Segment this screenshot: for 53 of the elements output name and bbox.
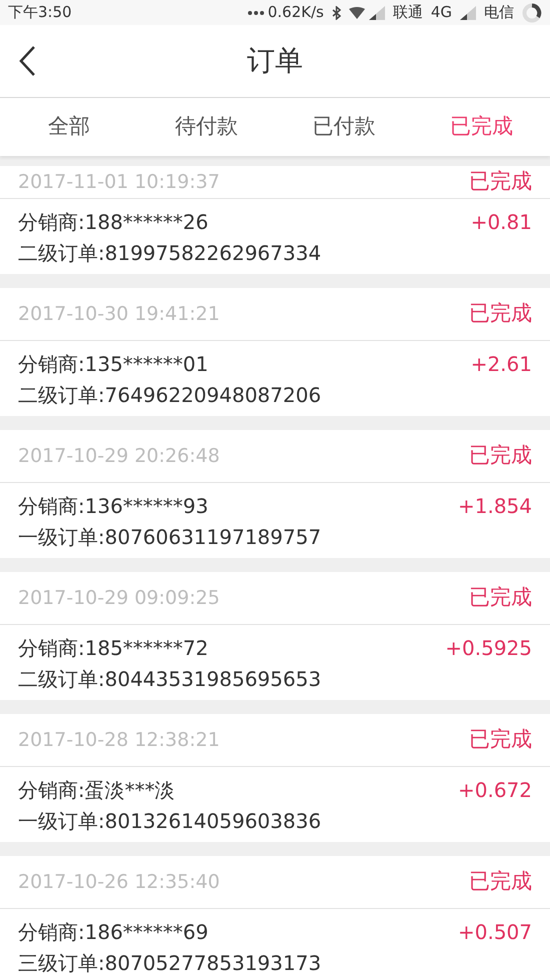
wifi-icon [348,6,365,18]
distributor-label: 分销商:186******69 [18,919,210,946]
carrier-name: 电信 [484,2,514,24]
order-number: 二级订单:80443531985695653 [18,666,322,693]
commission-amount: +0.5925 [445,635,532,662]
order-time: 2017-10-29 20:26:48 [18,444,220,469]
tab[interactable]: 已完成 [450,103,513,151]
network-speed: 0.62K/s [268,2,324,24]
battery-icon [522,2,542,22]
distributor-label: 分销商:185******72 [18,635,210,662]
order-number: 二级订单:76496220948087206 [18,382,322,409]
commission-amount: +0.672 [458,777,532,804]
order-card[interactable]: 2017-10-30 19:41:21 已完成 分销商:135******01 二级订单:76496220948087206 +2.61 [0,288,550,416]
order-card[interactable]: 2017-11-01 10:19:37 已完成 分销商:188******26 二级订单:81997582262967334 +0.81 [0,166,550,274]
order-number: 一级订单:80760631197189757 [18,524,322,551]
order-time: 2017-10-26 12:35:40 [18,870,220,895]
order-card[interactable]: 2017-10-26 12:35:40 已完成 分销商:186******69 三级订单:80705277853193173 +0.507 [0,856,550,977]
page-title: 订单 [247,43,303,79]
order-time: 2017-10-29 09:09:25 [18,586,220,611]
commission-amount: +1.854 [458,493,532,520]
back-icon [18,45,36,77]
network-type: 4G [430,2,452,24]
commission-amount: +2.61 [470,351,532,378]
signal-icon [460,6,476,20]
order-number: 二级订单:81997582262967334 [18,240,322,267]
order-status: 已完成 [469,442,532,470]
tab[interactable]: 全部 [48,103,90,151]
commission-amount: +0.507 [458,919,532,946]
carrier-name: 联通 [392,2,423,24]
signal-icon [368,6,385,20]
order-card[interactable]: 2017-10-29 09:09:25 已完成 分销商:185******72 二级订单:80443531985695653 +0.5925 [0,572,550,700]
commission-amount: +0.81 [470,209,532,236]
distributor-label: 分销商:蛋淡***淡 [18,777,176,804]
order-time: 2017-10-30 19:41:21 [18,302,220,327]
order-status: 已完成 [469,168,532,196]
distributor-label: 分销商:188******26 [18,209,210,236]
order-number: 一级订单:80132614059603836 [18,808,322,835]
order-time: 2017-10-28 12:38:21 [18,728,220,753]
distributor-label: 分销商:135******01 [18,351,210,378]
tab[interactable]: 已付款 [312,103,376,151]
more-icon [248,10,264,14]
order-status: 已完成 [469,726,532,754]
tab[interactable]: 待付款 [174,103,238,151]
order-status: 已完成 [469,300,532,328]
distributor-label: 分销商:136******93 [18,493,210,520]
order-number: 三级订单:80705277853193173 [18,950,322,977]
order-card[interactable]: 2017-10-29 20:26:48 已完成 分销商:136******93 一级订单:80760631197189757 +1.854 [0,430,550,558]
order-card[interactable]: 2017-10-28 12:38:21 已完成 分销商:蛋淡***淡 一级订单:80132614059603836 +0.672 [0,714,550,842]
bluetooth-icon [332,6,341,20]
order-time: 2017-11-01 10:19:37 [18,170,220,195]
order-status: 已完成 [469,584,532,612]
order-status: 已完成 [469,868,532,896]
status-time: 下午3:50 [8,2,72,24]
